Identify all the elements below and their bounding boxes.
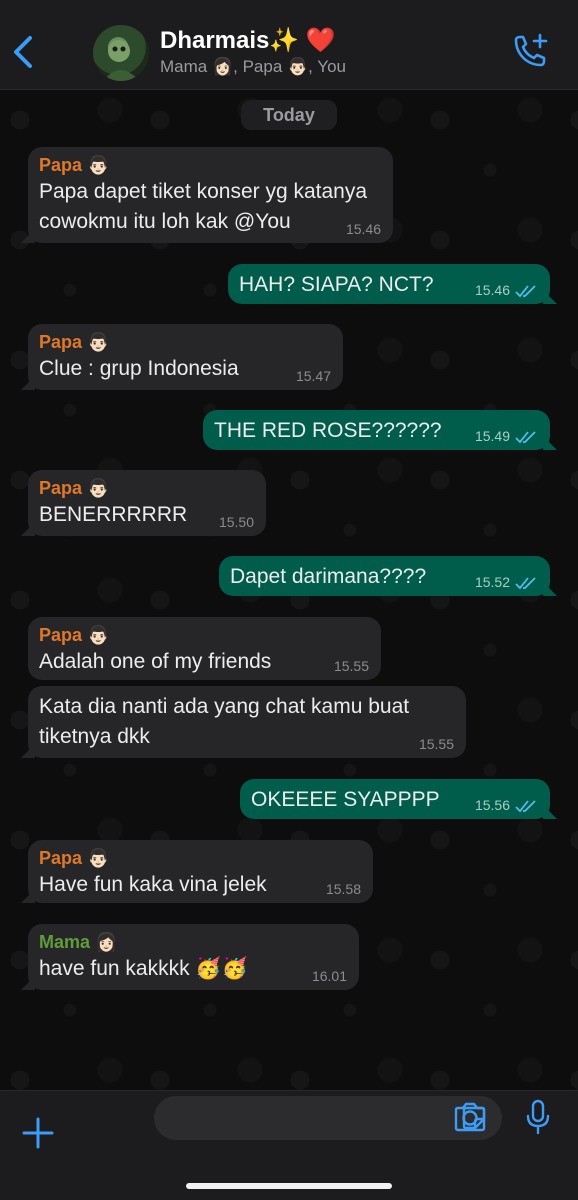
message-bubble-outgoing[interactable]: Dapet darimana???? 15.52 xyxy=(219,556,550,596)
message-time: 15.46 xyxy=(345,221,381,237)
message-time: 15.55 xyxy=(333,658,369,674)
message-bubble-incoming[interactable]: Kata dia nanti ada yang chat kamu buat t… xyxy=(28,686,466,758)
message-text: have fun kakkkk 🥳🥳 xyxy=(39,957,248,980)
sender-name: Papa 👨🏻 xyxy=(39,848,110,868)
message-text: Papa dapet tiket konser yg katanya xyxy=(39,180,368,203)
message-bubble-outgoing[interactable]: HAH? SIAPA? NCT? 15.46 xyxy=(228,264,550,304)
message-time: 15.50 xyxy=(218,514,254,530)
message-bubble-incoming[interactable]: Papa 👨🏻 BENERRRRRR 15.50 xyxy=(28,470,266,536)
message-time: 16.01 xyxy=(311,968,347,984)
message-text: cowokmu itu loh kak @You xyxy=(39,210,291,233)
chat-title[interactable]: Dharmais✨ ❤️ xyxy=(160,26,336,55)
message-bubble-incoming[interactable]: Papa 👨🏻 Have fun kaka vina jelek 15.58 xyxy=(28,840,373,903)
plus-icon[interactable] xyxy=(20,1115,56,1151)
message-text: Clue : grup Indonesia xyxy=(39,357,239,380)
message-time: 15.52 xyxy=(474,574,510,590)
sender-name: Papa 👨🏻 xyxy=(39,478,110,498)
compose-bar xyxy=(0,1090,578,1200)
message-bubble-incoming[interactable]: Papa 👨🏻 Papa dapet tiket konser yg katan… xyxy=(28,147,393,243)
chat-header: Dharmais✨ ❤️ Mama 👩🏻, Papa 👨🏻, You xyxy=(0,0,578,90)
message-bubble-outgoing[interactable]: THE RED ROSE?????? 15.49 xyxy=(203,410,550,450)
message-bubble-incoming[interactable]: Mama 👩🏻 have fun kakkkk 🥳🥳 16.01 xyxy=(28,924,359,990)
group-avatar[interactable] xyxy=(93,25,149,81)
read-receipt-icon xyxy=(515,800,536,813)
read-receipt-icon xyxy=(515,431,536,444)
message-bubble-incoming[interactable]: Papa 👨🏻 Adalah one of my friends 15.55 xyxy=(28,617,381,680)
message-text: Kata dia nanti ada yang chat kamu buat xyxy=(39,695,410,718)
add-call-icon[interactable] xyxy=(510,33,550,73)
message-time: 15.58 xyxy=(325,881,361,897)
sender-name: Mama 👩🏻 xyxy=(39,932,118,952)
read-receipt-icon xyxy=(515,577,536,590)
message-text: tiketnya dkk xyxy=(39,725,150,748)
home-indicator[interactable] xyxy=(186,1183,392,1189)
message-text: Adalah one of my friends xyxy=(39,650,272,673)
camera-icon[interactable] xyxy=(452,1102,488,1132)
message-time: 15.56 xyxy=(474,797,510,813)
message-input-wrap xyxy=(77,1093,502,1141)
message-time: 15.55 xyxy=(418,736,454,752)
chat-area[interactable]: Today Papa 👨🏻 Papa dapet tiket konser yg… xyxy=(0,90,578,1090)
chat-participants[interactable]: Mama 👩🏻, Papa 👨🏻, You xyxy=(160,57,346,77)
message-time: 15.46 xyxy=(474,282,510,298)
sender-name: Papa 👨🏻 xyxy=(39,332,110,352)
read-receipt-icon xyxy=(515,285,536,298)
microphone-icon[interactable] xyxy=(526,1099,550,1135)
message-bubble-incoming[interactable]: Papa 👨🏻 Clue : grup Indonesia 15.47 xyxy=(28,324,343,390)
message-text: Have fun kaka vina jelek xyxy=(39,873,267,896)
message-time: 15.47 xyxy=(295,368,331,384)
message-time: 15.49 xyxy=(474,428,510,444)
sender-name: Papa 👨🏻 xyxy=(39,155,110,175)
date-divider: Today xyxy=(241,100,337,130)
message-input[interactable] xyxy=(154,1096,502,1140)
back-chevron-icon[interactable] xyxy=(10,34,38,70)
sender-name: Papa 👨🏻 xyxy=(39,625,110,645)
message-bubble-outgoing[interactable]: OKEEEE SYAPPPP 15.56 xyxy=(240,779,550,819)
